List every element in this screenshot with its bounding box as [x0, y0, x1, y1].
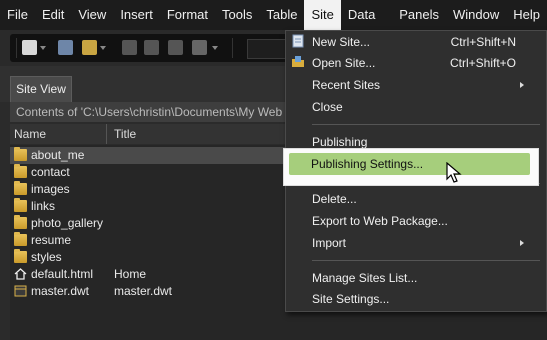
- save-icon[interactable]: [122, 40, 137, 55]
- menu-file[interactable]: File: [0, 0, 35, 30]
- folder-icon: [14, 147, 27, 161]
- file-name: photo_gallery: [31, 216, 104, 230]
- menu-item-new-site[interactable]: New Site... Ctrl+Shift+N: [286, 31, 546, 53]
- menu-item-label: Manage Sites List...: [312, 271, 418, 285]
- menu-window[interactable]: Window: [446, 0, 506, 30]
- column-name[interactable]: Name: [14, 127, 46, 141]
- menu-bar: File Edit View Insert Format Tools Table…: [0, 0, 547, 52]
- file-name: images: [31, 182, 70, 196]
- menu-tools[interactable]: Tools: [215, 0, 259, 30]
- menu-item-delete[interactable]: Delete...: [286, 188, 546, 210]
- file-title: Home: [114, 267, 147, 281]
- file-name: master.dwt: [31, 284, 90, 298]
- menu-item-label: Export to Web Package...: [312, 214, 448, 228]
- file-name: contact: [31, 165, 70, 179]
- menu-help[interactable]: Help: [506, 0, 547, 30]
- menu-panels[interactable]: Panels: [392, 0, 446, 30]
- menu-data-view[interactable]: Data View: [341, 0, 392, 52]
- chevron-down-icon[interactable]: [212, 46, 218, 50]
- home-page-icon: [14, 268, 27, 280]
- menu-item-label: New Site...: [312, 35, 371, 49]
- open-folder-icon[interactable]: [82, 40, 97, 55]
- folder-icon: [14, 181, 27, 195]
- folder-icon: [14, 249, 27, 263]
- menu-item-manage-sites[interactable]: Manage Sites List...: [286, 267, 546, 289]
- toolbar-strip: [10, 34, 305, 62]
- folder-icon: [14, 164, 27, 178]
- menu-item-site-settings[interactable]: Site Settings...: [286, 288, 546, 310]
- column-title[interactable]: Title: [114, 127, 136, 141]
- preview-icon[interactable]: [168, 40, 183, 55]
- folder-icon: [14, 198, 27, 212]
- menu-table[interactable]: Table: [259, 0, 304, 30]
- file-name: about_me: [31, 148, 85, 162]
- template-icon: [14, 285, 27, 297]
- menu-item-publishing-settings[interactable]: Publishing Settings...: [289, 153, 530, 175]
- menu-item-label: Publishing: [312, 135, 368, 149]
- submenu-arrow-icon: [520, 240, 524, 246]
- menu-item-export[interactable]: Export to Web Package...: [286, 210, 546, 232]
- submenu-arrow-icon: [520, 82, 524, 88]
- menu-item-import[interactable]: Import: [286, 232, 546, 254]
- file-title: master.dwt: [114, 284, 173, 298]
- menu-item-label: Publishing Settings...: [311, 157, 424, 171]
- shortcut-label: Ctrl+Shift+O: [449, 56, 516, 70]
- menu-item-label: Close: [312, 100, 343, 114]
- save-all-icon[interactable]: [144, 40, 159, 55]
- menu-item-label: Recent Sites: [312, 78, 381, 92]
- file-name: resume: [31, 233, 72, 247]
- file-name: styles: [31, 250, 62, 264]
- open-site-icon: [291, 55, 305, 69]
- menu-item-open-site[interactable]: Open Site... Ctrl+Shift+O: [286, 52, 546, 74]
- mouse-cursor-icon: [446, 161, 462, 184]
- publish-icon[interactable]: [192, 40, 207, 55]
- menu-divider: [312, 124, 540, 125]
- new-page-icon[interactable]: [22, 40, 37, 55]
- menu-insert[interactable]: Insert: [113, 0, 160, 30]
- chevron-down-icon[interactable]: [40, 46, 46, 50]
- new-site-icon: [291, 34, 305, 48]
- folder-icon: [14, 232, 27, 246]
- chevron-down-icon[interactable]: [100, 46, 106, 50]
- menu-edit[interactable]: Edit: [35, 0, 71, 30]
- folder-icon: [14, 215, 27, 229]
- menu-item-label: Import: [312, 236, 347, 250]
- menu-divider: [312, 260, 540, 261]
- toolbar-grip: [16, 38, 17, 58]
- menu-site[interactable]: Site: [304, 0, 341, 30]
- menu-item-label: Open Site...: [312, 56, 376, 70]
- shortcut-label: Ctrl+Shift+N: [450, 35, 516, 49]
- menu-item-label: Site Settings...: [312, 292, 390, 306]
- tab-site-view[interactable]: Site View: [10, 76, 72, 103]
- toolbar-separator: [232, 38, 233, 58]
- file-name: links: [31, 199, 56, 213]
- file-name: default.html: [31, 267, 94, 281]
- column-divider[interactable]: [106, 124, 107, 144]
- menu-item-recent-sites[interactable]: Recent Sites: [286, 74, 546, 96]
- menu-view[interactable]: View: [71, 0, 113, 30]
- menu-item-close[interactable]: Close: [286, 96, 546, 118]
- menu-format[interactable]: Format: [160, 0, 215, 30]
- page-icon[interactable]: [58, 40, 73, 55]
- menu-item-label: Delete...: [312, 192, 357, 206]
